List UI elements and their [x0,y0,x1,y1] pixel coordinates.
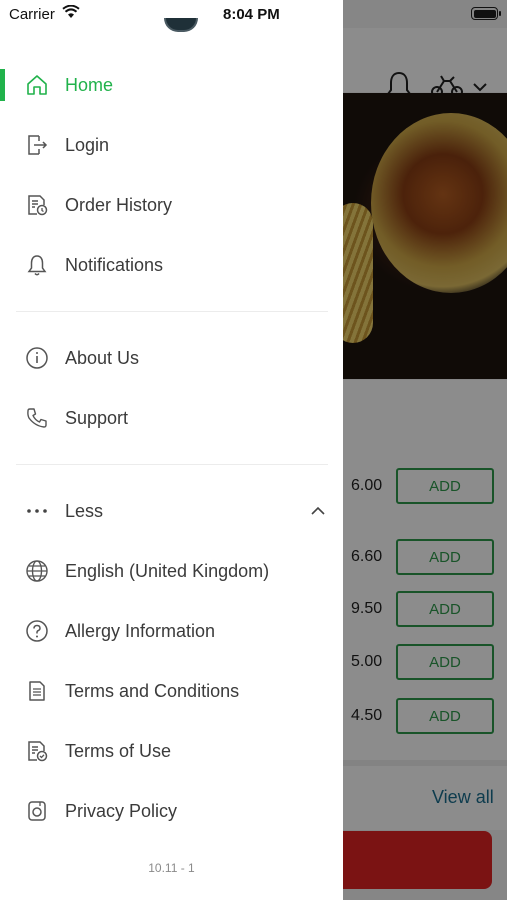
divider [16,311,328,312]
menu-item-label: Less [65,500,104,521]
order-history-icon [24,192,50,218]
document-icon [24,678,50,704]
login-icon [24,132,50,158]
menu-item-terms-and-conditions[interactable]: Terms and Conditions [0,669,343,713]
menu-item-support[interactable]: Support [0,396,343,440]
question-icon [24,618,50,644]
menu-item-label: Notifications [65,254,164,275]
menu-item-notifications[interactable]: Notifications [0,243,343,287]
menu-item-order-history[interactable]: Order History [0,183,343,227]
menu-item-label: Terms of Use [65,740,172,761]
menu-item-about-us[interactable]: About Us [0,336,343,380]
menu-item-label: English (United Kingdom) [65,560,270,581]
app-version: 10.11 - 1 [148,861,195,875]
globe-icon [24,558,50,584]
menu-item-label: Allergy Information [65,620,216,641]
menu-item-label: Order History [65,194,173,215]
menu-item-login[interactable]: Login [0,123,343,167]
status-bar: Carrier 8:04 PM [0,0,507,28]
menu-item-label: Privacy Policy [65,800,178,821]
privacy-icon [24,798,50,824]
clock: 8:04 PM [223,6,280,23]
wifi-icon [62,5,80,19]
menu-item-label: Terms and Conditions [65,680,240,701]
menu-item-label: Support [65,407,129,428]
phone-icon [24,405,50,431]
menu-item-label: Home [65,74,114,95]
menu-item-label: Login [65,134,110,155]
document-check-icon [24,738,50,764]
home-icon [24,72,50,98]
battery-icon [471,7,501,20]
menu-item-terms-of-use[interactable]: Terms of Use [0,729,343,773]
navigation-drawer: Home Login Order History Notifications A… [0,0,343,900]
divider [16,464,328,465]
info-icon [24,345,50,371]
menu-item-privacy-policy[interactable]: Privacy Policy [0,789,343,833]
chevron-up-icon [310,506,326,516]
menu-toggle-less[interactable]: Less [0,489,343,533]
menu-item-home[interactable]: Home [0,63,343,107]
menu-item-allergy-information[interactable]: Allergy Information [0,609,343,653]
more-dots-icon [24,498,50,524]
bell-icon [24,252,50,278]
menu-item-language[interactable]: English (United Kingdom) [0,549,343,593]
menu-item-label: About Us [65,347,140,368]
carrier-label: Carrier [9,6,55,23]
